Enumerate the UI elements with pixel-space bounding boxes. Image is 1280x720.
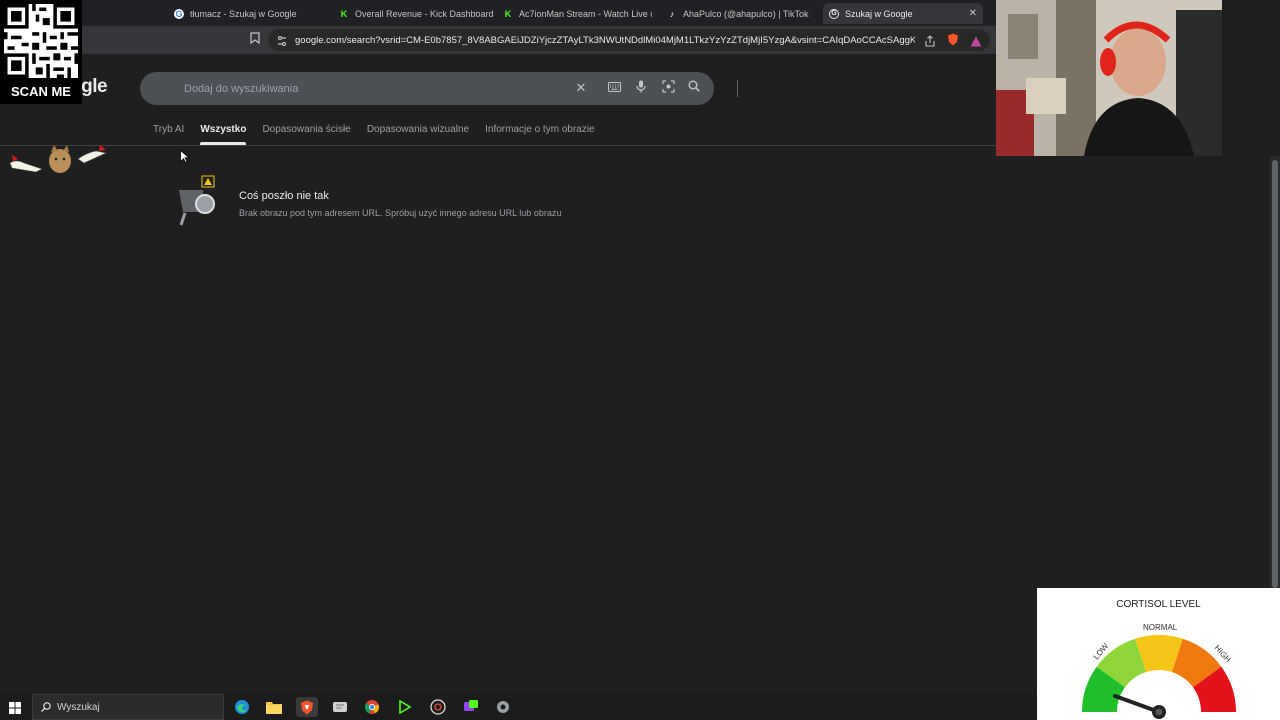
tab-title: AhaPulco (@ahapulco) | TikTok — [683, 8, 809, 19]
qr-code-overlay: SCAN ME — [0, 0, 82, 104]
settings-app-icon[interactable] — [492, 697, 514, 717]
tab-title: tłumacz - Szukaj w Google — [190, 8, 297, 19]
tab-ai-mode[interactable]: Tryb AI — [153, 124, 184, 145]
search-box-separator — [737, 80, 738, 97]
file-explorer-icon[interactable] — [263, 697, 285, 717]
qr-code-image — [4, 4, 78, 78]
browser-tab-3[interactable]: K Ac7ionMan Stream - Watch Live on K — [497, 3, 652, 24]
tab-visual-matches[interactable]: Dopasowania wizualne — [367, 124, 469, 145]
address-bar[interactable]: google.com/search?vsrid=CM-E0b7857_8V8AB… — [268, 29, 990, 51]
clear-search-icon[interactable]: ✕ — [573, 80, 589, 96]
site-info-icon[interactable] — [276, 34, 288, 52]
broken-image-search-icon — [179, 175, 215, 226]
edge-icon[interactable] — [231, 697, 253, 717]
qr-scan-caption: SCAN ME — [11, 84, 71, 99]
windows-taskbar: Wyszukaj — [0, 694, 1037, 720]
tab-title: Szukaj w Google — [845, 8, 913, 19]
tab-title: Overall Revenue - Kick Dashboard — [355, 8, 493, 19]
header-divider — [0, 145, 996, 146]
cortisol-gauge: LOW NORMAL HIGH — [1082, 623, 1236, 719]
tiktok-favicon-icon: ♪ — [669, 8, 675, 19]
close-tab-icon[interactable]: ✕ — [969, 8, 977, 19]
brave-shields-icon[interactable] — [947, 33, 959, 51]
google-lens-favicon-icon: G — [829, 8, 839, 19]
webcam-feed — [996, 0, 1222, 156]
obs-icon[interactable] — [427, 697, 449, 717]
kick-favicon-icon: K — [340, 8, 348, 19]
browser-tab-strip: G tłumacz - Szukaj w Google K Overall Re… — [0, 0, 996, 26]
tab-exact-matches[interactable]: Dopasowania ścisłe — [262, 124, 350, 145]
google-lens-icon[interactable] — [660, 80, 676, 96]
error-title: Coś poszło nie tak — [239, 190, 329, 202]
brave-icon[interactable] — [296, 697, 318, 717]
gauge-label-normal: NORMAL — [1143, 623, 1178, 632]
taskbar-search-label: Wyszukaj — [57, 701, 100, 713]
cortisol-level-widget: CORTISOL LEVEL LOW NORMAL HIGH — [1037, 588, 1280, 720]
search-mode-tabs: Tryb AI Wszystko Dopasowania ścisłe Dopa… — [153, 124, 595, 145]
share-icon[interactable] — [924, 34, 936, 52]
browser-tab-1[interactable]: G tłumacz - Szukaj w Google — [168, 3, 328, 24]
tab-title: Ac7ionMan Stream - Watch Live on K — [519, 8, 652, 19]
chat-app-icon[interactable] — [460, 697, 482, 717]
chrome-icon[interactable] — [361, 697, 383, 717]
search-input[interactable] — [184, 79, 564, 99]
tab-about-this-image[interactable]: Informacje o tym obrazie — [485, 124, 595, 145]
browser-tab-5-active[interactable]: G Szukaj w Google ✕ — [823, 3, 983, 24]
gauge-needle — [1113, 694, 1161, 714]
app-icon[interactable] — [329, 697, 351, 717]
error-description: Brak obrazu pod tym adresem URL. Spróbuj… — [239, 208, 562, 218]
keyboard-icon[interactable] — [606, 80, 622, 95]
search-icon — [41, 702, 51, 712]
url-text[interactable]: google.com/search?vsrid=CM-E0b7857_8V8AB… — [295, 35, 915, 46]
browser-tab-4[interactable]: ♪ AhaPulco (@ahapulco) | TikTok — [661, 3, 821, 24]
screen: G tłumacz - Szukaj w Google K Overall Re… — [0, 0, 1280, 720]
kick-icon[interactable] — [394, 697, 416, 717]
windows-start-icon[interactable] — [9, 701, 21, 719]
google-favicon-icon: G — [174, 8, 184, 19]
mouse-cursor-icon — [180, 150, 189, 163]
browser-toolbar: google.com/search?vsrid=CM-E0b7857_8V8AB… — [0, 26, 996, 54]
browser-tab-2[interactable]: K Overall Revenue - Kick Dashboard — [333, 3, 493, 24]
bookmark-icon[interactable] — [250, 32, 260, 47]
scrollbar-thumb[interactable] — [1272, 160, 1278, 588]
taskbar-search-box[interactable]: Wyszukaj — [32, 694, 224, 720]
tab-all[interactable]: Wszystko — [200, 124, 247, 145]
brave-rewards-icon[interactable] — [970, 34, 982, 52]
search-icon[interactable] — [686, 80, 702, 95]
voice-search-icon[interactable] — [633, 80, 649, 96]
search-box: ✕ — [140, 72, 738, 105]
kick-favicon-icon: K — [504, 8, 512, 19]
stream-emote-overlay — [9, 145, 107, 173]
